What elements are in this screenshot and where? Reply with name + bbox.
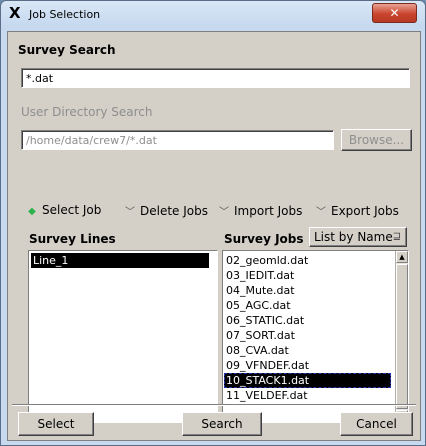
job-selection-window: X Job Selection ✕ Survey Search *.dat Us… <box>0 0 426 446</box>
radio-unselected-icon: ﹀ <box>316 207 326 218</box>
job-item[interactable]: 07_SORT.dat <box>224 328 391 343</box>
survey-jobs-list[interactable]: 02_geomld.dat 03_IEDIT.dat 04_Mute.dat 0… <box>222 250 409 423</box>
job-item[interactable]: 03_IEDIT.dat <box>224 268 391 283</box>
dialog-body: Survey Search *.dat User Directory Searc… <box>7 31 421 441</box>
job-item[interactable]: 02_geomld.dat <box>224 253 391 268</box>
user-directory-input[interactable]: /home/data/crew7/*.dat <box>21 130 334 150</box>
browse-button[interactable]: Browse... <box>341 129 412 151</box>
jobs-scrollbar[interactable]: ▲ ▼ <box>395 251 408 422</box>
select-button[interactable]: Select <box>18 412 94 436</box>
mode-import-jobs[interactable]: ﹀ Import Jobs <box>218 203 302 219</box>
window-title: Job Selection <box>29 8 101 21</box>
job-item[interactable]: 05_AGC.dat <box>224 298 391 313</box>
survey-line-item[interactable]: Line_1 <box>31 253 209 268</box>
job-item[interactable]: 08_CVA.dat <box>224 343 391 358</box>
job-item-selected[interactable]: 10_STACK1.dat <box>224 373 391 388</box>
radio-selected-icon: ◆ <box>28 206 36 217</box>
title-bar[interactable]: X Job Selection ✕ <box>1 1 425 27</box>
user-directory-label: User Directory Search <box>21 105 153 119</box>
list-by-name-dropdown[interactable]: List by Name ⊒ <box>309 227 407 247</box>
dropdown-indicator-icon: ⊒ <box>392 231 401 242</box>
radio-unselected-icon: ﹀ <box>219 207 229 218</box>
close-button[interactable]: ✕ <box>372 3 417 23</box>
survey-search-input[interactable]: *.dat <box>21 68 410 88</box>
search-button[interactable]: Search <box>182 412 262 436</box>
job-item[interactable]: 11_VELDEF.dat <box>224 388 391 403</box>
scroll-thumb[interactable] <box>396 264 408 409</box>
mode-export-jobs[interactable]: ﹀ Export Jobs <box>315 203 399 219</box>
scroll-up-icon[interactable]: ▲ <box>396 251 408 263</box>
mode-delete-jobs[interactable]: ﹀ Delete Jobs <box>124 203 208 219</box>
cancel-button[interactable]: Cancel <box>340 412 413 436</box>
radio-unselected-icon: ﹀ <box>125 207 135 218</box>
footer-divider <box>12 404 416 406</box>
survey-jobs-label: Survey Jobs <box>224 232 304 246</box>
survey-lines-label: Survey Lines <box>29 232 116 246</box>
job-item[interactable]: 09_VFNDEF.dat <box>224 358 391 373</box>
close-icon: ✕ <box>389 6 400 20</box>
survey-lines-list[interactable]: Line_1 <box>28 250 218 423</box>
survey-search-label: Survey Search <box>18 43 116 57</box>
job-item[interactable]: 04_Mute.dat <box>224 283 391 298</box>
job-item[interactable]: 06_STATIC.dat <box>224 313 391 328</box>
mode-select-job[interactable]: ◆ Select Job <box>26 203 101 219</box>
app-logo-icon: X <box>9 4 21 22</box>
